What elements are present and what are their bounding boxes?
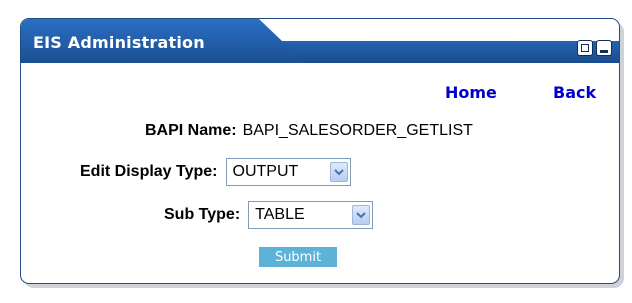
minimize-button[interactable] <box>596 40 612 56</box>
edit-display-type-select[interactable]: OUTPUT <box>225 158 351 186</box>
chevron-down-icon[interactable] <box>352 205 371 225</box>
eis-administration-portlet: EIS Administration Home Back BAPI Name: … <box>20 18 624 288</box>
edit-display-type-value: OUTPUT <box>232 163 299 180</box>
maximize-button[interactable] <box>577 40 593 56</box>
edit-display-type-label: Edit Display Type: <box>80 163 218 180</box>
home-link[interactable]: Home <box>445 83 497 102</box>
chevron-down-icon[interactable] <box>329 162 348 182</box>
submit-button[interactable]: Submit <box>259 247 337 267</box>
portlet-title: EIS Administration <box>33 33 205 52</box>
sub-type-value: TABLE <box>255 206 305 223</box>
bapi-name-value: BAPI_SALESORDER_GETLIST <box>242 122 473 139</box>
sub-type-select[interactable]: TABLE <box>248 201 374 229</box>
bapi-name-row: BAPI Name: BAPI_SALESORDER_GETLIST <box>145 116 473 146</box>
sub-type-row: Sub Type: TABLE <box>164 200 374 230</box>
bapi-name-label: BAPI Name: <box>145 122 237 139</box>
maximize-icon <box>581 44 589 52</box>
edit-display-type-row: Edit Display Type: OUTPUT <box>80 157 351 187</box>
portlet-body: EIS Administration Home Back BAPI Name: … <box>20 18 620 284</box>
back-link[interactable]: Back <box>553 83 596 102</box>
portlet-title-bar: EIS Administration <box>21 19 619 63</box>
sub-type-label: Sub Type: <box>164 206 241 223</box>
minimize-icon <box>600 50 608 53</box>
